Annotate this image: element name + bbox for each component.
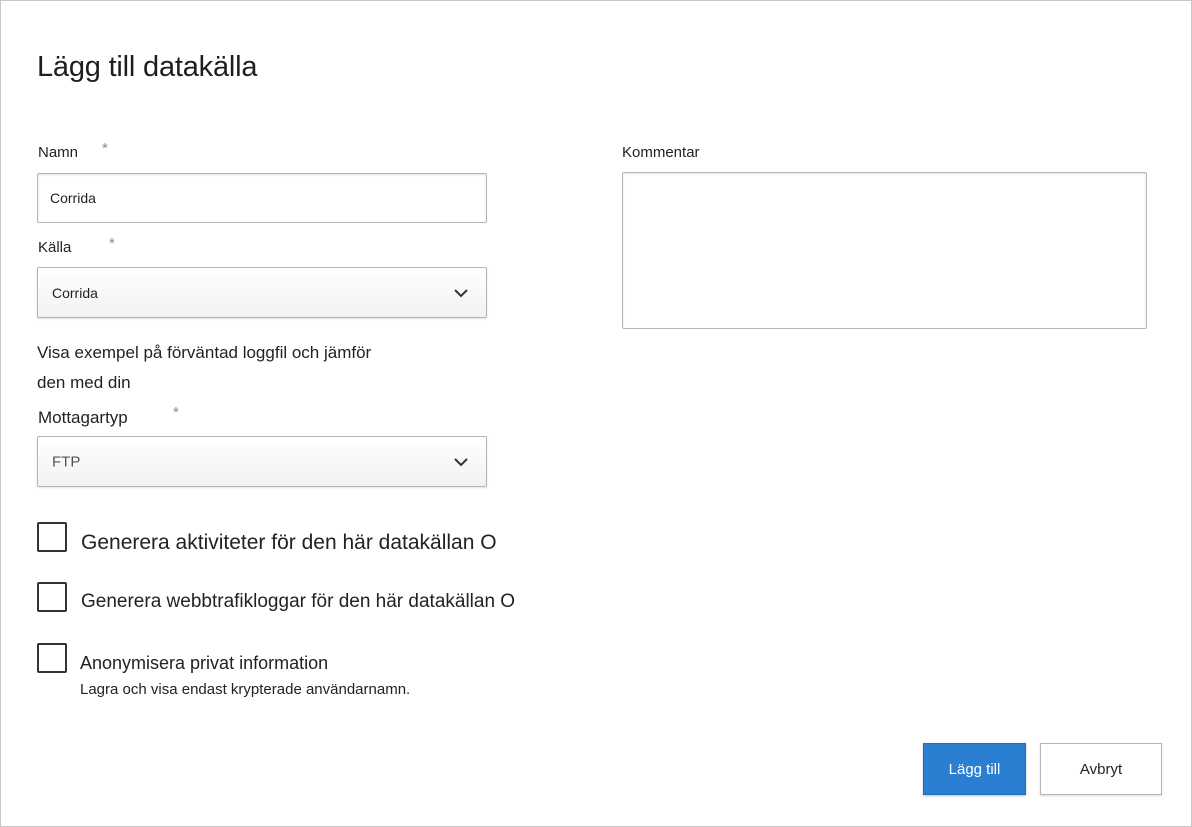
dialog-title: Lägg till datakälla bbox=[37, 51, 258, 83]
add-data-source-dialog: Lägg till datakälla Namn * Corrida Källa… bbox=[0, 0, 1192, 827]
name-input-value: Corrida bbox=[50, 190, 96, 206]
source-required-mark: * bbox=[109, 235, 115, 252]
anonymize-private-info-sublabel: Lagra och visa endast krypterade använda… bbox=[80, 681, 411, 698]
cancel-button[interactable]: Avbryt bbox=[1040, 743, 1162, 795]
generate-activities-checkbox[interactable] bbox=[37, 522, 67, 552]
generate-web-traffic-logs-label: Generera webbtrafikloggar för den här da… bbox=[81, 591, 516, 612]
receiver-type-select-value: FTP bbox=[52, 453, 81, 470]
anonymize-private-info-checkbox[interactable] bbox=[37, 643, 67, 673]
source-select[interactable]: Corrida bbox=[37, 267, 487, 318]
chevron-down-icon bbox=[454, 457, 468, 466]
comment-label: Kommentar bbox=[622, 144, 700, 161]
name-label: Namn bbox=[38, 144, 79, 161]
receiver-type-label: Mottagartyp bbox=[38, 408, 128, 427]
comment-textarea[interactable] bbox=[622, 172, 1147, 329]
description-line-2: den med din bbox=[37, 373, 131, 392]
add-button[interactable]: Lägg till bbox=[923, 743, 1026, 795]
source-select-value: Corrida bbox=[52, 284, 98, 301]
chevron-down-icon bbox=[454, 288, 468, 297]
receiver-type-select[interactable]: FTP bbox=[37, 436, 487, 487]
anonymize-private-info-label: Anonymisera privat information bbox=[80, 653, 329, 673]
generate-web-traffic-logs-checkbox[interactable] bbox=[37, 582, 67, 612]
description-line-1: Visa exempel på förväntad loggfil och jä… bbox=[37, 343, 372, 362]
name-required-mark: * bbox=[102, 140, 108, 157]
receiver-type-required-mark: * bbox=[173, 404, 179, 421]
name-input[interactable]: Corrida bbox=[37, 173, 487, 223]
generate-activities-label: Generera aktiviteter för den här datakäl… bbox=[81, 531, 497, 554]
sample-log-description: Visa exempel på förväntad loggfil och jä… bbox=[37, 338, 437, 398]
source-label: Källa bbox=[38, 239, 72, 256]
